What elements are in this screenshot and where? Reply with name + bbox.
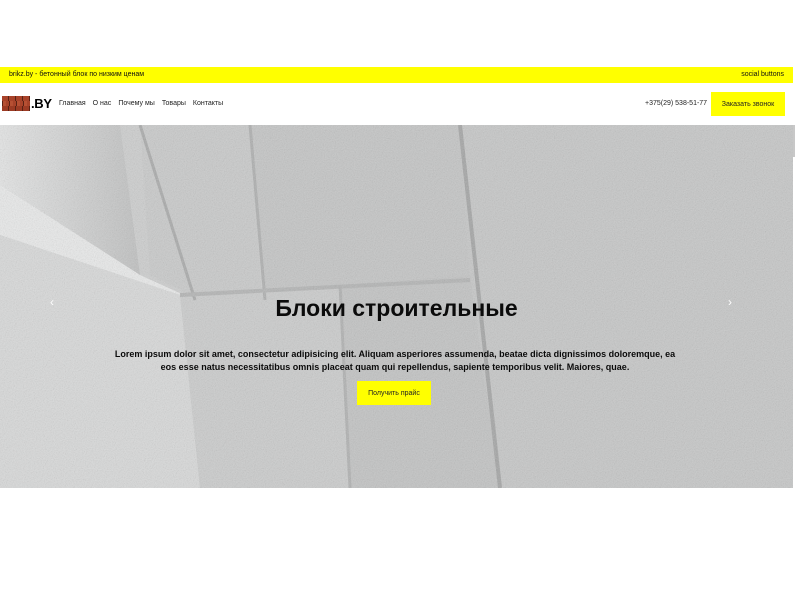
hero-description: Lorem ipsum dolor sit amet, consectetur … (114, 349, 676, 372)
hero-slider: ‹ › Блоки строительные Lorem ipsum dolor… (0, 125, 793, 488)
menu-item-home[interactable]: Главная (59, 100, 86, 107)
phone-number[interactable]: +375(29) 538-51-77 (645, 100, 707, 107)
social-buttons[interactable]: social buttons (741, 71, 784, 78)
order-call-button[interactable]: Заказать звонок (711, 92, 785, 116)
site-tagline: brikz.by - бетонный блок по низким ценам (9, 71, 145, 78)
menu-item-why-us[interactable]: Почему мы (118, 100, 155, 107)
hero-title: Блоки строительные (275, 295, 518, 321)
logo-text: .BY (31, 96, 52, 111)
logo[interactable]: .BY (2, 95, 52, 112)
main-menu: Главная О нас Почему мы Товары Контакты (59, 100, 223, 107)
menu-item-contacts[interactable]: Контакты (193, 100, 223, 107)
menu-item-products[interactable]: Товары (162, 100, 186, 107)
navbar: .BY Главная О нас Почему мы Товары Конта… (0, 83, 793, 125)
menu-item-about[interactable]: О нас (93, 100, 112, 107)
get-price-button[interactable]: Получить прайс (357, 381, 431, 405)
top-bar: brikz.by - бетонный блок по низким ценам… (0, 67, 793, 83)
brick-logo-icon (2, 96, 30, 111)
